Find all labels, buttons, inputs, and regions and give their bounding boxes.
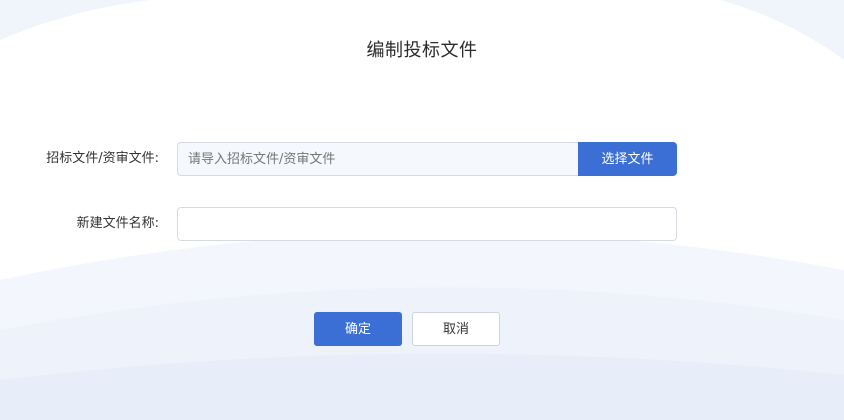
- cancel-button[interactable]: 取消: [412, 312, 500, 346]
- source-file-input[interactable]: [177, 142, 578, 176]
- source-file-label: 招标文件/资审文件:: [46, 151, 159, 166]
- confirm-button[interactable]: 确定: [314, 312, 402, 346]
- source-file-row: 招标文件/资审文件: 选择文件: [0, 142, 844, 176]
- choose-file-button[interactable]: 选择文件: [578, 142, 677, 176]
- dialog-page: 编制投标文件 招标文件/资审文件: 选择文件 新建文件名称: 确定 取消: [0, 0, 844, 420]
- action-buttons: 确定 取消: [0, 312, 844, 346]
- new-file-name-row: 新建文件名称:: [0, 207, 844, 241]
- dialog-title: 编制投标文件: [366, 40, 478, 61]
- new-file-name-input[interactable]: [177, 207, 677, 241]
- new-file-name-label: 新建文件名称:: [76, 216, 159, 231]
